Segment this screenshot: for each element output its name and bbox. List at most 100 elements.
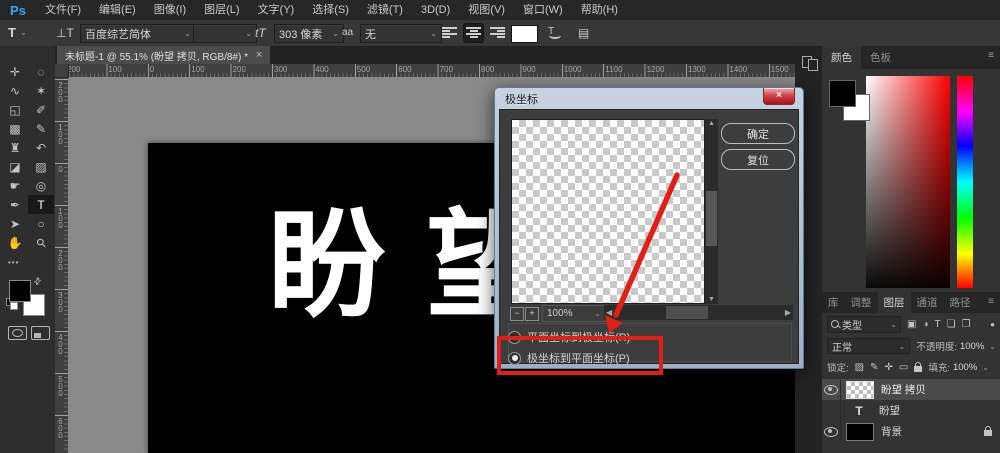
menu-item[interactable]: 3D(D) [412, 0, 459, 20]
foreground-color-swatch[interactable] [9, 280, 31, 302]
tool-preset-picker[interactable]: T ⌄ [8, 24, 27, 41]
collapsed-panels-icon[interactable] [802, 56, 818, 71]
align-center-button[interactable] [464, 23, 483, 42]
vertical-ruler[interactable]: 2001000100200300400500600700 [55, 77, 69, 453]
tab-库[interactable]: 库 [822, 292, 845, 313]
text-color-swatch[interactable] [511, 25, 538, 43]
scroll-up-icon[interactable]: ▲ [705, 120, 718, 127]
blend-mode-select[interactable]: 正常 ⌄ [827, 338, 911, 354]
scroll-right-icon[interactable]: ▶ [785, 308, 791, 317]
path-selection-tool[interactable]: ➤ [2, 214, 28, 233]
filter-type-layers-icon[interactable]: T [935, 319, 941, 330]
smudge-tool[interactable]: ☛ [2, 176, 28, 195]
panel-menu-icon[interactable]: ≡ [982, 292, 1000, 313]
magic-wand-tool[interactable]: ✶ [28, 81, 54, 100]
gradient-tool[interactable]: ▨ [28, 157, 54, 176]
lock-paint-icon[interactable]: ✎ [870, 362, 878, 373]
eraser-tool[interactable]: ◪ [2, 157, 28, 176]
tab-色板[interactable]: 色板 [861, 46, 900, 69]
quick-mask-icon[interactable] [8, 326, 27, 340]
zoom-tool[interactable]: ⚲ [28, 233, 54, 252]
clone-stamp-tool[interactable]: ♜ [2, 138, 28, 157]
warp-text-icon[interactable]: T [548, 24, 564, 39]
crop-tool[interactable]: ◱ [2, 100, 28, 119]
scroll-down-icon[interactable]: ▼ [705, 296, 718, 303]
filter-pin-icon[interactable]: ● [990, 320, 995, 329]
ellipse-shape-tool[interactable]: ○ [28, 214, 54, 233]
visibility-toggle[interactable] [822, 421, 841, 442]
panel-foreground-swatch[interactable] [829, 80, 856, 107]
zoom-out-button[interactable]: − [510, 307, 524, 321]
menu-item[interactable]: 文字(Y) [249, 0, 304, 20]
horizontal-ruler[interactable]: 200 100 0 100 200 300 400 500 600 700 800 900 1000 11… [55, 64, 795, 78]
font-style-select[interactable]: ⌄ [193, 24, 257, 43]
move-tool[interactable]: ✛ [2, 62, 28, 81]
saturation-brightness-field[interactable] [866, 76, 950, 288]
lasso-tool[interactable]: ∿ [2, 81, 28, 100]
ok-button[interactable]: 确定 [721, 123, 795, 144]
visibility-toggle[interactable] [822, 400, 841, 421]
dialog-close-button[interactable]: × [763, 88, 795, 105]
close-tab-icon[interactable]: × [256, 49, 262, 61]
pen-tool[interactable]: ✒ [2, 195, 28, 214]
lock-all-icon[interactable] [914, 361, 923, 372]
marquee-tool[interactable]: ◌ [28, 62, 54, 81]
reset-button[interactable]: 复位 [721, 149, 795, 170]
visibility-toggle[interactable] [822, 379, 841, 400]
menu-bar: Ps 文件(F) 编辑(E) 图像(I) 图层(L) 文字(Y) 选择(S) 滤镜(T) 3D… [0, 0, 1000, 21]
align-left-button[interactable] [440, 24, 459, 42]
filter-pixel-layers-icon[interactable]: ▣ [907, 319, 916, 330]
panel-menu-icon[interactable]: ≡ [982, 46, 1000, 69]
brush-tool[interactable]: ✎ [28, 119, 54, 138]
menu-item[interactable]: 滤镜(T) [358, 0, 412, 20]
scrollbar-thumb[interactable] [706, 191, 717, 246]
chevron-down-icon[interactable]: ⌄ [978, 363, 989, 372]
filter-smart-objects-icon[interactable]: ❐ [962, 319, 971, 330]
healing-brush-tool[interactable]: ▩ [2, 119, 28, 138]
menu-item[interactable]: 帮助(H) [572, 0, 627, 20]
hue-slider[interactable] [957, 76, 973, 288]
tab-颜色[interactable]: 颜色 [822, 46, 861, 69]
eyedropper-tool[interactable]: ✐ [28, 100, 54, 119]
menu-item[interactable]: 编辑(E) [90, 0, 145, 20]
text-orientation-icon[interactable]: ⊥T [56, 24, 74, 41]
align-right-button[interactable] [488, 24, 507, 42]
menu-item[interactable]: 选择(S) [303, 0, 358, 20]
lock-position-icon[interactable]: ✛ [884, 362, 892, 373]
menu-item[interactable]: 图层(L) [195, 0, 248, 20]
layer-filter-select[interactable]: 类型 ⌄ [827, 315, 901, 333]
document-tab[interactable]: 未标题-1 @ 55.1% (盼望 拷贝, RGB/8#) * × [57, 46, 271, 64]
layer-row[interactable]: 背景 [822, 421, 1000, 442]
tab-图层[interactable]: 图层 [877, 292, 911, 313]
layer-row[interactable]: 盼望 拷贝 [822, 379, 1000, 400]
menu-item[interactable]: 视图(V) [459, 0, 514, 20]
layer-row[interactable]: T 盼望 [822, 400, 1000, 421]
tab-调整[interactable]: 调整 [845, 292, 878, 313]
screen-mode-icon[interactable] [31, 326, 50, 340]
menu-item[interactable]: 窗口(W) [514, 0, 572, 20]
font-family-select[interactable]: 百度综艺简体 ⌄ [80, 24, 196, 43]
hand-tool[interactable]: ✋ [2, 233, 28, 252]
zoom-in-button[interactable]: + [525, 307, 539, 321]
chevron-down-icon[interactable]: ⌄ [985, 342, 996, 351]
menu-item[interactable]: 文件(F) [36, 0, 90, 20]
layers-panel: 库调整 图层 通道 路径 ≡ 类型 ⌄ ▣ ◑ T ❏ ❐ ● 正常 ⌄ 不透明度: 100% … [822, 292, 1000, 453]
history-brush-tool[interactable]: ↶ [28, 138, 54, 157]
filter-adjustment-layers-icon[interactable]: ◑ [922, 319, 928, 330]
swap-colors-icon[interactable]: ⇄ [31, 275, 44, 288]
tab-路径[interactable]: 路径 [944, 292, 977, 313]
lock-transparency-icon[interactable]: ▨ [855, 362, 864, 373]
toggle-panels-icon[interactable]: ▤ [578, 24, 589, 41]
preview-vertical-scrollbar[interactable]: ▲ ▼ [705, 119, 718, 304]
anti-alias-select[interactable]: 无 ⌄ [360, 24, 442, 43]
tab-通道[interactable]: 通道 [911, 292, 944, 313]
type-tool[interactable]: T [28, 195, 54, 214]
opacity-value[interactable]: 100% [960, 341, 984, 352]
font-size-select[interactable]: 303 像素 ⌄ [274, 24, 344, 43]
fill-value[interactable]: 100% [953, 362, 977, 373]
lock-artboard-icon[interactable]: ▭ [899, 362, 908, 373]
menu-item[interactable]: 图像(I) [145, 0, 195, 20]
edit-toolbar-icon[interactable]: ••• [8, 258, 19, 267]
filter-shape-layers-icon[interactable]: ❏ [947, 319, 956, 330]
dodge-tool[interactable]: ◎ [28, 176, 54, 195]
